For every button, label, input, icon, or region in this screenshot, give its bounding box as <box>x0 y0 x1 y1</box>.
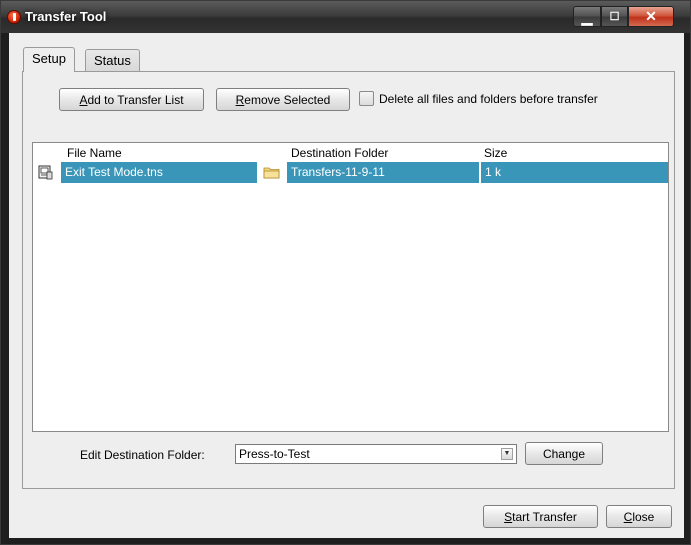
edit-destination-label: Edit Destination Folder: <box>80 448 205 462</box>
tab-status[interactable]: Status <box>85 49 140 72</box>
setup-panel: Add to Transfer List Remove Selected Del… <box>22 71 675 489</box>
tns-document-icon <box>38 165 53 180</box>
folder-icon <box>263 167 280 179</box>
close-window-button[interactable]: ✕ <box>628 6 674 27</box>
remove-selected-button[interactable]: Remove Selected <box>216 88 350 111</box>
transfer-list-table[interactable]: File Name Destination Folder Size Exit T… <box>32 142 669 432</box>
remove-label-post: emove Selected <box>244 93 331 107</box>
remove-label-mnemonic: R <box>235 93 245 107</box>
tab-setup-label: Setup <box>32 51 66 66</box>
close-label-post: lose <box>632 510 655 524</box>
add-to-transfer-list-button[interactable]: Add to Transfer List <box>59 88 204 111</box>
cell-size: 1 k <box>481 162 668 183</box>
table-header: File Name Destination Folder Size <box>33 143 668 161</box>
destination-folder-combo[interactable]: Press-to-Test ▼ <box>235 444 517 464</box>
delete-before-transfer-checkbox[interactable] <box>359 91 374 106</box>
column-header-file-name[interactable]: File Name <box>67 146 122 160</box>
window-title: Transfer Tool <box>25 9 107 24</box>
cell-destination-folder: Transfers-11-9-11 <box>287 162 479 183</box>
column-header-size[interactable]: Size <box>484 146 507 160</box>
table-row[interactable]: Exit Test Mode.tns Transfers-11-9-11 1 k <box>33 162 668 183</box>
column-header-destination-folder[interactable]: Destination Folder <box>291 146 388 160</box>
close-icon: ✕ <box>645 8 657 24</box>
app-icon <box>7 10 21 24</box>
change-button[interactable]: Change <box>525 442 603 465</box>
minimize-button[interactable]: ▁ <box>573 6 601 27</box>
close-button[interactable]: Close <box>606 505 672 528</box>
change-button-label: Change <box>542 447 586 461</box>
start-label-mnemonic: S <box>504 510 513 524</box>
start-label-post: tart Transfer <box>512 510 577 524</box>
start-transfer-button[interactable]: Start Transfer <box>483 505 598 528</box>
transfer-tool-window: Transfer Tool ▁ ☐ ✕ Setup Status Add to … <box>0 0 691 545</box>
chevron-down-icon[interactable]: ▼ <box>501 448 513 460</box>
maximize-icon: ☐ <box>609 11 620 23</box>
title-bar[interactable]: Transfer Tool ▁ ☐ ✕ <box>1 1 690 33</box>
minimize-icon: ▁ <box>581 9 593 25</box>
maximize-button[interactable]: ☐ <box>601 6 628 27</box>
delete-before-transfer-label: Delete all files and folders before tran… <box>379 92 598 106</box>
destination-folder-value: Press-to-Test <box>239 447 310 461</box>
add-label-post: dd to Transfer List <box>87 93 184 107</box>
client-area: Setup Status Add to Transfer List Remove… <box>9 33 684 538</box>
tab-setup[interactable]: Setup <box>23 47 75 72</box>
tab-status-label: Status <box>94 53 131 68</box>
cell-file-name: Exit Test Mode.tns <box>61 162 257 183</box>
